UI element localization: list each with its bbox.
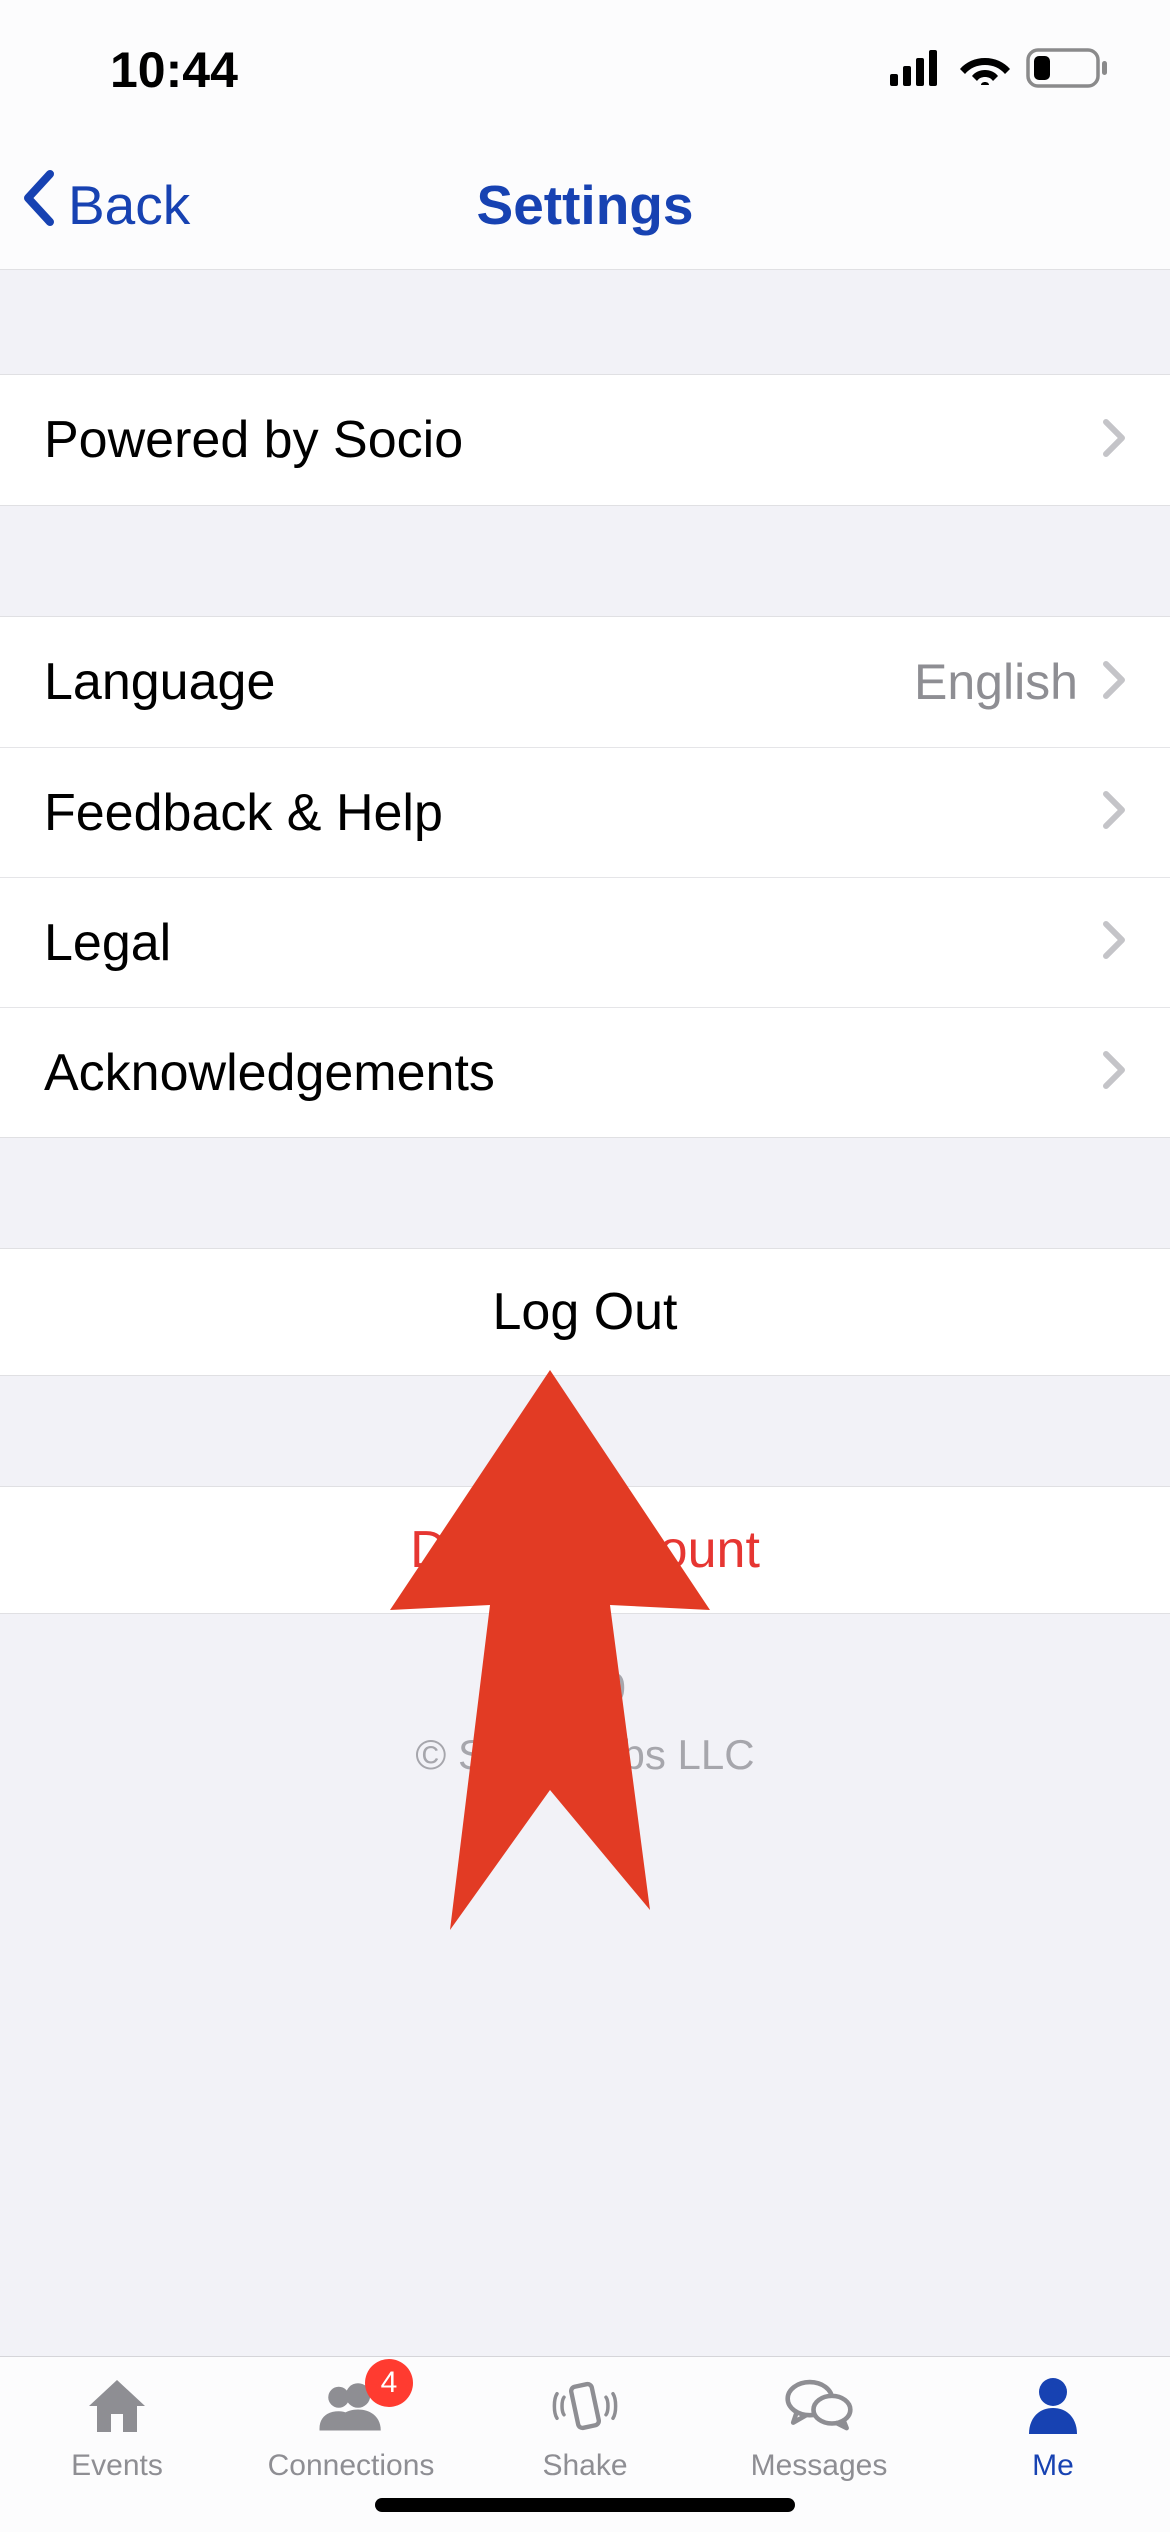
row-label: Acknowledgements — [44, 1043, 495, 1103]
row-legal[interactable]: Legal — [0, 877, 1170, 1007]
status-indicators — [890, 48, 1110, 93]
row-language[interactable]: Language English — [0, 617, 1170, 747]
footer-meta: 22.0 © Socio Labs LLC — [0, 1654, 1170, 1788]
status-bar: 10:44 — [0, 0, 1170, 140]
row-trailing: English — [914, 653, 1126, 711]
cellular-signal-icon — [890, 50, 944, 91]
tab-label: Messages — [751, 2449, 888, 2483]
section-spacer — [0, 1376, 1170, 1486]
delete-account-label: Delete Account — [410, 1520, 760, 1580]
back-button[interactable]: Back — [0, 170, 190, 239]
section-spacer — [0, 506, 1170, 616]
row-acknowledgements[interactable]: Acknowledgements — [0, 1007, 1170, 1137]
back-label: Back — [68, 173, 190, 237]
row-label: Legal — [44, 913, 171, 973]
wifi-icon — [960, 50, 1010, 91]
row-delete-account[interactable]: Delete Account — [0, 1486, 1170, 1614]
tab-messages[interactable]: Messages — [702, 2371, 936, 2483]
status-time: 10:44 — [110, 41, 238, 99]
row-label: Feedback & Help — [44, 783, 443, 843]
row-feedback-help[interactable]: Feedback & Help — [0, 747, 1170, 877]
chevron-right-icon — [1102, 790, 1126, 835]
tab-label: Shake — [542, 2449, 627, 2483]
person-icon — [1018, 2371, 1088, 2441]
log-out-label: Log Out — [492, 1282, 677, 1342]
chevron-right-icon — [1102, 418, 1126, 463]
section-main: Language English Feedback & Help Legal A… — [0, 616, 1170, 1138]
battery-icon — [1026, 48, 1110, 93]
row-label: Language — [44, 652, 275, 712]
row-label: Powered by Socio — [44, 410, 463, 470]
chevron-right-icon — [1102, 660, 1126, 705]
tab-label: Me — [1032, 2449, 1074, 2483]
home-icon — [82, 2371, 152, 2441]
tab-label: Events — [71, 2449, 163, 2483]
navigation-bar: Back Settings — [0, 140, 1170, 270]
page-title: Settings — [477, 173, 694, 237]
tab-me[interactable]: Me — [936, 2371, 1170, 2483]
tab-connections[interactable]: Connections 4 — [234, 2371, 468, 2483]
tab-shake[interactable]: Shake — [468, 2371, 702, 2483]
row-value: English — [914, 653, 1078, 711]
version-text: 22.0 — [0, 1654, 1170, 1721]
tab-events[interactable]: Events — [0, 2371, 234, 2483]
notification-badge: 4 — [365, 2359, 413, 2407]
phone-shake-icon — [550, 2371, 620, 2441]
chevron-right-icon — [1102, 1050, 1126, 1095]
chevron-right-icon — [1102, 920, 1126, 965]
row-log-out[interactable]: Log Out — [0, 1248, 1170, 1376]
section-spacer — [0, 1138, 1170, 1248]
home-indicator[interactable] — [375, 2498, 795, 2512]
section-spacer — [0, 270, 1170, 374]
row-powered-by[interactable]: Powered by Socio — [0, 375, 1170, 505]
tab-label: Connections — [268, 2449, 435, 2483]
section-powered-by: Powered by Socio — [0, 374, 1170, 506]
copyright-text: © Socio Labs LLC — [0, 1721, 1170, 1788]
messages-icon — [784, 2371, 854, 2441]
chevron-left-icon — [20, 170, 56, 239]
